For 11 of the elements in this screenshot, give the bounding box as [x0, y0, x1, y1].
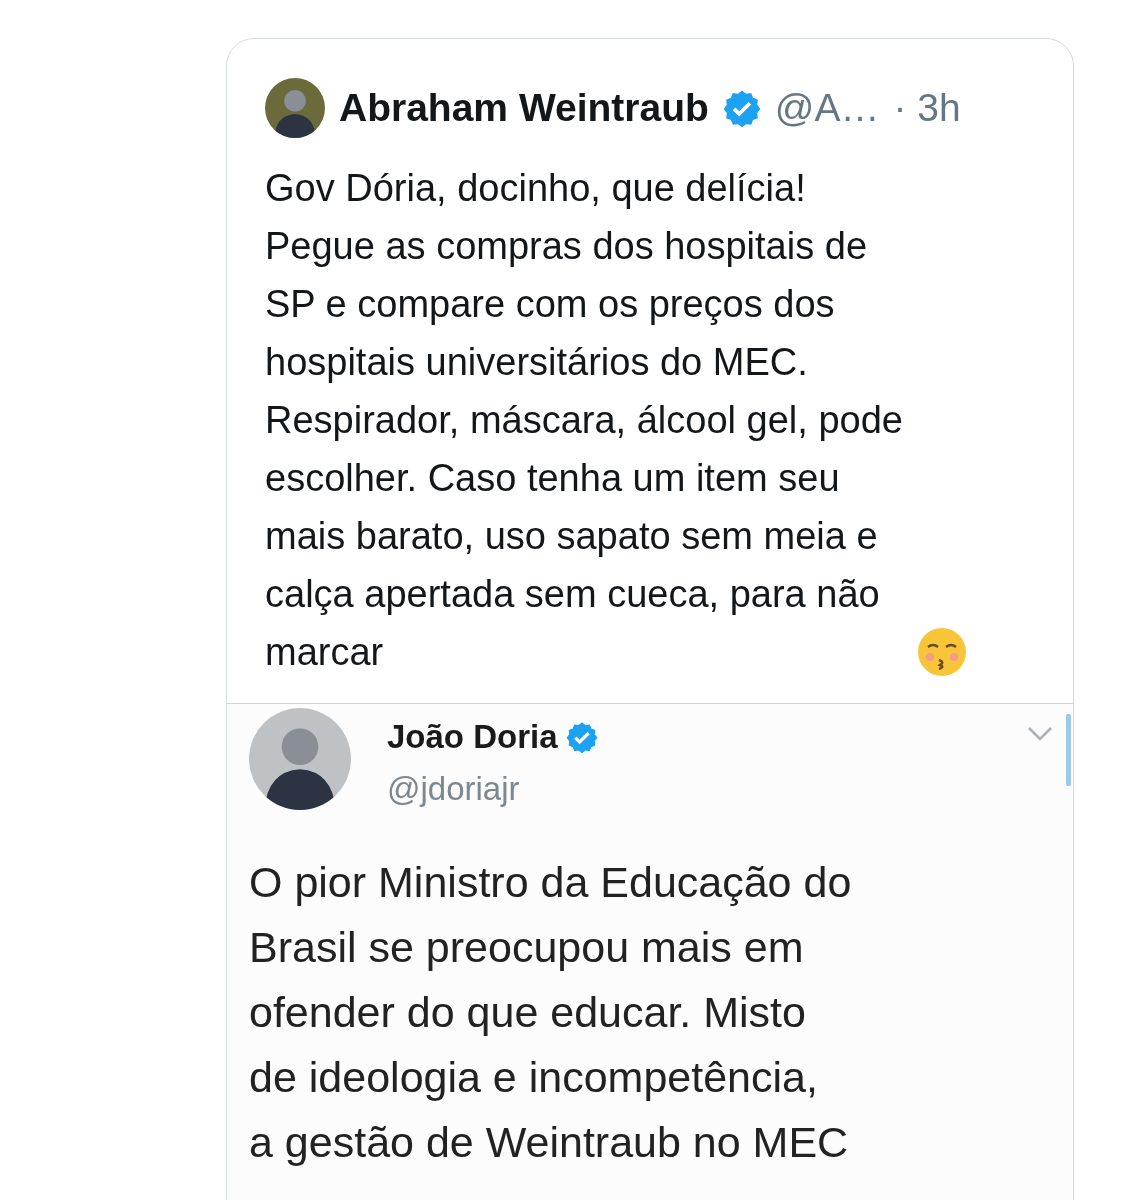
- kissing-face-icon: [916, 627, 967, 677]
- tweet-time: · 3h: [893, 86, 961, 130]
- author-handle: @jdoriajr: [387, 770, 521, 808]
- scrollbar: [1066, 714, 1071, 786]
- avatar[interactable]: [265, 78, 325, 138]
- author-name: Abraham Weintraub: [339, 86, 709, 130]
- tweet-text: Gov Dória, docinho, que delícia! Pegue as compras dos hospitais de SP e compare com os preços dos hospitais universitários do MEC. Respirador, máscara, álcool gel, pode escolher. Caso tenha um item seu mais barato, uso sapato sem meia e calça apertada sem cueca, para não marcar: [265, 166, 903, 675]
- tweet-text: O pior Ministro da Educação do Brasil se preocupou mais em ofender do que educar. Misto de ideologia e incompetência, a gestão de Weintraub no MEC: [249, 857, 853, 1168]
- author-handle: @A…: [774, 86, 880, 130]
- author-name: João Doria: [387, 718, 558, 756]
- quoted-tweet-card[interactable]: [226, 38, 1074, 1200]
